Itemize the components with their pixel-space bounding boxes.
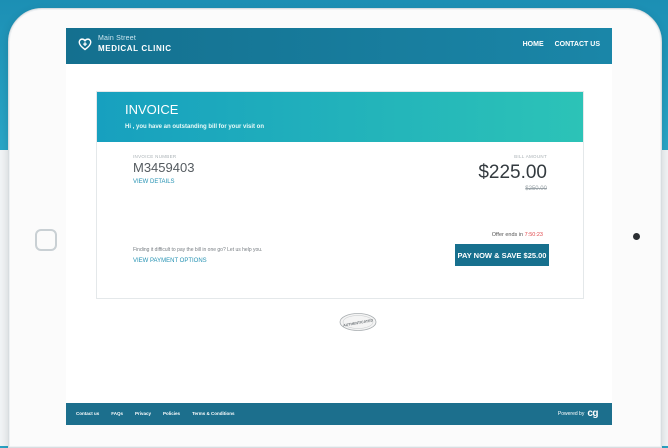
- footer-link-policies[interactable]: Policies: [163, 411, 180, 416]
- offer-prefix: Offer ends in: [491, 232, 525, 238]
- footer-link-privacy[interactable]: Privacy: [135, 411, 151, 416]
- view-payment-options-link[interactable]: VIEW PAYMENT OPTIONS: [133, 258, 207, 264]
- seal-icon: AUTHENTICATED: [339, 313, 377, 331]
- invoice-header: INVOICE Hi , you have an outstanding bil…: [97, 92, 583, 142]
- heart-plus-icon: [78, 38, 92, 51]
- pay-now-button[interactable]: PAY NOW & SAVE $25.00: [455, 244, 549, 266]
- help-text: Finding it difficult to pay the bill in …: [133, 247, 263, 253]
- powered-by: Powered by cg: [557, 408, 599, 419]
- invoice-subtitle: Hi , you have an outstanding bill for yo…: [125, 124, 265, 130]
- nav-links: HOME CONTACT US: [523, 41, 600, 48]
- screen: Main Street MEDICAL CLINIC HOME CONTACT …: [66, 28, 612, 425]
- view-details-link[interactable]: VIEW DETAILS: [133, 179, 175, 185]
- bill-amount-label: BILL AMOUNT: [514, 154, 547, 159]
- offer-countdown: Offer ends in 7:50:23: [492, 232, 543, 238]
- footer-link-terms[interactable]: Terms & Conditions: [192, 411, 234, 416]
- nav-home-link[interactable]: HOME: [523, 41, 544, 48]
- footer-link-faqs[interactable]: FAQs: [111, 411, 123, 416]
- footer: Contact us FAQs Privacy Policies Terms &…: [66, 403, 612, 425]
- footer-links: Contact us FAQs Privacy Policies Terms &…: [76, 411, 234, 416]
- offer-time: 7:50:23: [524, 232, 543, 238]
- footer-link-contact[interactable]: Contact us: [76, 411, 99, 416]
- invoice-number: M3459403: [133, 160, 195, 175]
- invoice-title: INVOICE: [125, 102, 179, 117]
- bill-amount: $225.00: [478, 162, 547, 183]
- powered-by-text: Powered by: [557, 410, 585, 417]
- nav-contact-link[interactable]: CONTACT US: [555, 41, 600, 48]
- navbar: Main Street MEDICAL CLINIC HOME CONTACT …: [66, 28, 612, 64]
- bill-original-amount: $250.00: [525, 186, 547, 192]
- camera-icon: [633, 233, 640, 240]
- logo-line-2: MEDICAL CLINIC: [98, 44, 172, 53]
- home-button-icon[interactable]: [35, 229, 57, 251]
- cg-logo-icon: cg: [587, 408, 598, 419]
- logo-line-1: Main Street: [98, 35, 136, 42]
- invoice-card: INVOICE Hi , you have an outstanding bil…: [96, 91, 584, 299]
- invoice-number-label: INVOICE NUMBER: [133, 154, 177, 159]
